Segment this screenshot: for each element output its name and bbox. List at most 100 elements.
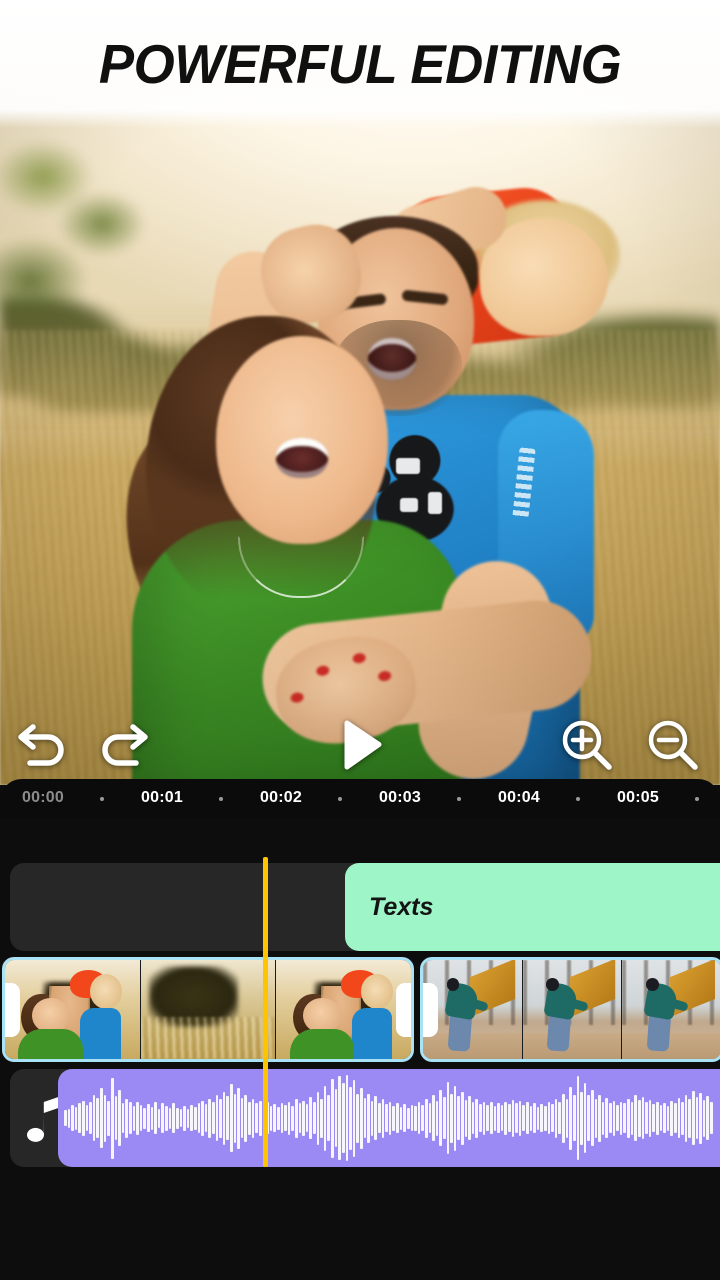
video-track [0, 957, 720, 1062]
waveform-bar [179, 1109, 183, 1127]
waveform-bar [702, 1099, 706, 1137]
waveform-bar [356, 1093, 359, 1143]
waveform-bar [172, 1103, 175, 1133]
waveform-bar [280, 1103, 284, 1133]
ruler-tick-label: 00:00 [22, 789, 64, 806]
undo-button[interactable] [10, 719, 70, 771]
waveform-bar [547, 1102, 551, 1134]
waveform-bar [540, 1104, 544, 1132]
waveform-bar [572, 1095, 576, 1141]
waveform-bar [222, 1091, 226, 1145]
waveform-bar [439, 1090, 442, 1146]
waveform-bar [428, 1103, 432, 1133]
waveform-bar [363, 1098, 367, 1138]
waveform-bar [666, 1105, 670, 1131]
waveform-bar [457, 1096, 461, 1140]
waveform-bar [511, 1099, 515, 1137]
waveform-bar [562, 1093, 565, 1143]
waveform-bar [331, 1078, 334, 1158]
waveform-bar [316, 1091, 320, 1145]
waveform-bar [403, 1104, 406, 1132]
waveform-bar [378, 1103, 381, 1133]
waveform-bar [417, 1102, 421, 1134]
ruler-tick-dot [695, 797, 699, 801]
waveform-bar [103, 1094, 107, 1142]
waveform-bar [193, 1106, 197, 1130]
waveform-bar [565, 1098, 569, 1138]
waveform-bar [406, 1107, 410, 1129]
trim-handle-left[interactable] [423, 982, 438, 1037]
trim-handle-left[interactable] [5, 982, 20, 1037]
waveform-bar [645, 1102, 648, 1134]
zoom-in-icon [562, 720, 612, 770]
waveform-bar [623, 1103, 627, 1133]
waveform-bar [486, 1105, 489, 1131]
waveform-bar [695, 1097, 699, 1139]
playhead[interactable] [263, 857, 268, 1167]
waveform-bar [118, 1090, 121, 1146]
waveform-bar [74, 1106, 78, 1130]
waveform-bar [558, 1102, 562, 1134]
waveform-bar [677, 1098, 681, 1138]
undo-icon [18, 724, 64, 766]
waveform-bar [399, 1106, 403, 1130]
waveform-bar [244, 1094, 248, 1142]
waveform-bar [165, 1105, 168, 1131]
waveform-bar [681, 1101, 684, 1135]
waveform-bar [479, 1104, 482, 1132]
audio-clip[interactable] [58, 1069, 720, 1167]
text-clip[interactable]: Texts [345, 863, 720, 951]
waveform-bar [587, 1095, 590, 1141]
video-clip-2[interactable] [420, 957, 720, 1062]
waveform-bar [323, 1085, 327, 1151]
zoom-in-button[interactable] [558, 716, 616, 774]
waveform-bar [507, 1104, 511, 1132]
waveform-bar [71, 1105, 74, 1131]
waveform-bar [291, 1105, 294, 1131]
waveform-bar [128, 1102, 132, 1134]
waveform-bar [634, 1095, 637, 1141]
waveform-bar [370, 1100, 374, 1136]
waveform-bar [157, 1108, 161, 1128]
waveform-bar [190, 1105, 193, 1131]
waveform-bar [673, 1103, 677, 1133]
waveform-bar [295, 1098, 298, 1138]
waveform-bar [551, 1104, 554, 1132]
clip-1-frames [5, 960, 411, 1059]
video-preview[interactable]: POWERFUL EDITING [0, 0, 720, 785]
trim-handle-right[interactable] [396, 982, 411, 1037]
waveform-bar [421, 1105, 424, 1131]
waveform-bar [605, 1098, 609, 1138]
play-icon [344, 720, 382, 770]
waveform-bar [92, 1095, 96, 1141]
waveform-bar [518, 1100, 522, 1136]
thumbnail [140, 960, 277, 1059]
redo-button[interactable] [96, 719, 156, 771]
waveform-bar [594, 1098, 598, 1138]
waveform-bar [64, 1110, 67, 1126]
waveform-bar [147, 1104, 150, 1132]
waveform-bar [100, 1088, 103, 1148]
waveform-bar [327, 1095, 331, 1141]
ruler-tick-dot [100, 797, 104, 801]
waveform-bar [489, 1102, 493, 1134]
waveform-bar [475, 1098, 479, 1138]
waveform-bar [432, 1095, 435, 1141]
play-button[interactable] [336, 717, 386, 773]
waveform-bar [175, 1107, 179, 1129]
waveform-bar [78, 1103, 82, 1133]
timeline-ruler[interactable]: 00:00 00:01 00:02 00:03 00:04 00:05 [0, 779, 720, 819]
waveform-bar [143, 1107, 147, 1129]
waveform-bar [161, 1103, 165, 1133]
waveform-bar [183, 1105, 186, 1131]
waveform-bar [107, 1100, 110, 1136]
ruler-tick-dot [457, 797, 461, 801]
waveform-bar [554, 1098, 558, 1138]
waveform-bar [284, 1105, 287, 1131]
video-clip-1[interactable] [2, 957, 414, 1062]
waveform-bar [637, 1099, 641, 1137]
waveform-bar [583, 1083, 587, 1153]
waveform-bar [442, 1097, 446, 1139]
waveform-bar [338, 1076, 341, 1160]
zoom-out-button[interactable] [644, 716, 702, 774]
